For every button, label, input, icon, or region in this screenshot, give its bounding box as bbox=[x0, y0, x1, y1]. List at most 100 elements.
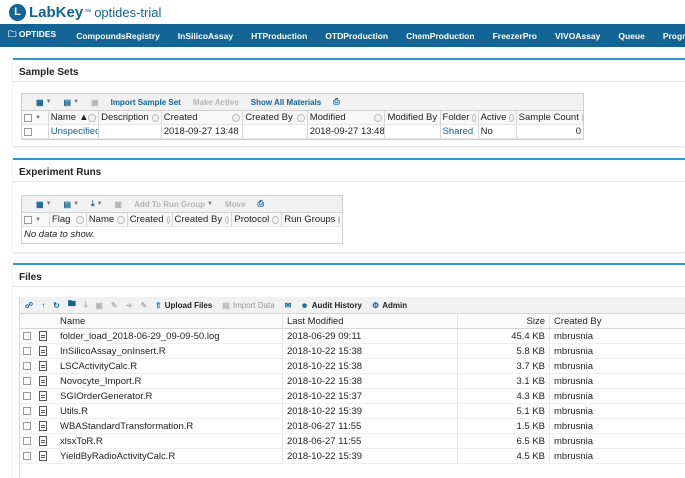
nav-item-queue[interactable]: Queue bbox=[618, 31, 644, 41]
file-name[interactable]: LSCActivityCalc.R bbox=[52, 361, 282, 372]
nav-item-chemproduction[interactable]: ChemProduction bbox=[406, 31, 474, 41]
file-row[interactable]: xlsxToR.R 2018-06-27 11:55 6.5 KB mbrusnia bbox=[20, 434, 685, 449]
column-header-name[interactable]: Name bbox=[87, 213, 128, 226]
nav-item-vivoassay[interactable]: VIVOAssay bbox=[555, 31, 600, 41]
new-folder-icon[interactable]: 🖿 bbox=[68, 298, 76, 312]
column-menu-icon[interactable] bbox=[88, 113, 97, 122]
checkbox[interactable] bbox=[24, 127, 32, 136]
file-row[interactable]: SGIOrderGenerator.R 2018-10-22 15:37 4.3 K… bbox=[20, 389, 685, 404]
checkbox[interactable] bbox=[23, 362, 31, 370]
file-row[interactable]: LSCActivityCalc.R 2018-10-22 15:38 3.7 KB m… bbox=[20, 359, 685, 374]
column-header-flag[interactable]: Flag bbox=[50, 213, 87, 226]
column-menu-icon[interactable] bbox=[374, 113, 383, 122]
file-row[interactable]: YieldByRadioActivityCalc.R 2018-10-22 15:… bbox=[20, 449, 685, 464]
column-header-active[interactable]: Active bbox=[479, 111, 517, 124]
project-title[interactable]: optides-trial bbox=[94, 5, 161, 20]
admin-button[interactable]: ⚙ Admin bbox=[372, 301, 407, 310]
row-checkbox-cell[interactable] bbox=[20, 392, 34, 400]
file-name[interactable]: WBAStandardTransformation.R bbox=[52, 421, 282, 432]
file-name[interactable]: YieldByRadioActivityCalc.R bbox=[52, 451, 282, 462]
checkbox[interactable] bbox=[23, 437, 31, 445]
move-button[interactable]: Move bbox=[225, 200, 245, 209]
checkbox[interactable] bbox=[23, 347, 31, 355]
checkbox[interactable] bbox=[24, 113, 32, 122]
nav-item-htproduction[interactable]: HTProduction bbox=[251, 31, 307, 41]
column-menu-icon[interactable] bbox=[472, 113, 476, 122]
export-menu-button[interactable]: ⤓ ▼ bbox=[91, 199, 103, 209]
checkbox[interactable] bbox=[24, 215, 32, 224]
column-header-name[interactable]: Name bbox=[52, 316, 282, 327]
grid-view-menu-button[interactable]: ▦ ▼ bbox=[36, 200, 52, 209]
column-menu-icon[interactable] bbox=[232, 113, 241, 122]
checkbox[interactable] bbox=[23, 377, 31, 385]
file-name[interactable]: folder_load_2018-06-29_09-09-50.log bbox=[52, 331, 282, 342]
column-header-description[interactable]: Description bbox=[99, 111, 162, 124]
make-active-button[interactable]: Make Active bbox=[193, 98, 239, 107]
upload-files-button[interactable]: ⇧ Upload Files bbox=[155, 301, 212, 310]
file-row[interactable]: WBAStandardTransformation.R 2018-06-27 11… bbox=[20, 419, 685, 434]
column-header-modified[interactable]: Modified bbox=[308, 111, 386, 124]
nav-item-otdproduction[interactable]: OTDProduction bbox=[325, 31, 388, 41]
column-menu-icon[interactable] bbox=[166, 215, 170, 224]
row-checkbox-cell[interactable] bbox=[20, 407, 34, 415]
column-menu-icon[interactable] bbox=[509, 113, 514, 122]
nav-item-programs[interactable]: Programs bbox=[663, 31, 685, 41]
column-header-created[interactable]: Created bbox=[162, 111, 244, 124]
row-checkbox-cell[interactable] bbox=[20, 437, 34, 445]
select-all-cell[interactable]: ▼ bbox=[22, 111, 49, 124]
column-header-protocol[interactable]: Protocol bbox=[232, 213, 283, 226]
folder-tree-icon[interactable]: ☍ bbox=[25, 301, 33, 310]
column-header-last-modified[interactable]: Last Modified bbox=[282, 314, 457, 328]
audit-history-button[interactable]: ☻ Audit History bbox=[300, 301, 362, 310]
column-menu-icon[interactable] bbox=[151, 113, 159, 122]
cell-folder[interactable]: Shared bbox=[441, 125, 479, 138]
delete-button[interactable]: ▣ bbox=[115, 200, 123, 209]
file-name[interactable]: Novocyte_Import.R bbox=[52, 376, 282, 387]
column-header-modified-by[interactable]: Modified By bbox=[385, 111, 441, 124]
checkbox[interactable] bbox=[23, 452, 31, 460]
file-name[interactable]: Utils.R bbox=[52, 406, 282, 417]
column-menu-icon[interactable] bbox=[338, 215, 341, 224]
row-checkbox-cell[interactable] bbox=[20, 347, 34, 355]
column-header-sample-count[interactable]: Sample Count bbox=[517, 111, 583, 124]
file-name[interactable]: SGIOrderGenerator.R bbox=[52, 391, 282, 402]
move-icon[interactable]: ➜ bbox=[126, 301, 133, 310]
column-menu-icon[interactable] bbox=[75, 215, 84, 224]
column-menu-icon[interactable] bbox=[272, 215, 280, 224]
column-header-created-by[interactable]: Created By bbox=[173, 213, 233, 226]
column-menu-icon[interactable] bbox=[225, 215, 230, 224]
file-row[interactable]: InSilicoAssay_onInsert.R 2018-10-22 15:38… bbox=[20, 344, 685, 359]
row-checkbox-cell[interactable] bbox=[20, 362, 34, 370]
checkbox[interactable] bbox=[23, 422, 31, 430]
pencil-icon[interactable]: ✎ bbox=[111, 301, 118, 310]
file-row[interactable]: Novocyte_Import.R 2018-10-22 15:38 3.1 KB m… bbox=[20, 374, 685, 389]
import-sample-set-button[interactable]: Import Sample Set bbox=[111, 98, 181, 107]
print-button[interactable]: ⎙ bbox=[257, 199, 263, 209]
column-menu-icon[interactable] bbox=[296, 113, 305, 122]
row-checkbox-cell[interactable] bbox=[20, 377, 34, 385]
nav-item-optides[interactable]: 🗀 OPTIDES bbox=[8, 29, 56, 43]
column-menu-icon[interactable] bbox=[117, 215, 125, 224]
edit-properties-icon[interactable]: ✎ bbox=[140, 301, 147, 310]
trash-icon[interactable]: ▣ bbox=[95, 301, 103, 310]
checkbox[interactable] bbox=[23, 332, 31, 340]
email-button[interactable]: ✉ bbox=[285, 301, 295, 310]
labkey-logo-text[interactable]: LabKey bbox=[29, 4, 83, 21]
charts-menu-button[interactable]: ▤ ▼ bbox=[64, 200, 80, 209]
show-all-materials-button[interactable]: Show All Materials bbox=[251, 98, 321, 107]
column-header-size[interactable]: Size bbox=[457, 314, 549, 328]
import-data-button[interactable]: ▤ Import Data bbox=[222, 301, 274, 310]
file-row[interactable]: Utils.R 2018-10-22 15:39 5.1 KB mbrusnia bbox=[20, 404, 685, 419]
file-name[interactable]: InSilicoAssay_onInsert.R bbox=[52, 346, 282, 357]
nav-item-insilicoassay[interactable]: InSilicoAssay bbox=[178, 31, 233, 41]
file-row[interactable]: folder_load_2018-06-29_09-09-50.log 2018-… bbox=[20, 329, 685, 344]
delete-button[interactable]: ▣ bbox=[91, 98, 99, 107]
nav-item-compoundsregistry[interactable]: CompoundsRegistry bbox=[76, 31, 160, 41]
row-checkbox-cell[interactable] bbox=[20, 452, 34, 460]
select-all-cell[interactable]: ▼ bbox=[22, 213, 50, 226]
column-header-name[interactable]: Name ▲ bbox=[49, 111, 100, 124]
column-menu-icon[interactable] bbox=[581, 113, 583, 122]
row-checkbox-cell[interactable] bbox=[20, 332, 34, 340]
row-select-cell[interactable] bbox=[22, 125, 49, 138]
column-header-created-by[interactable]: Created By bbox=[243, 111, 308, 124]
